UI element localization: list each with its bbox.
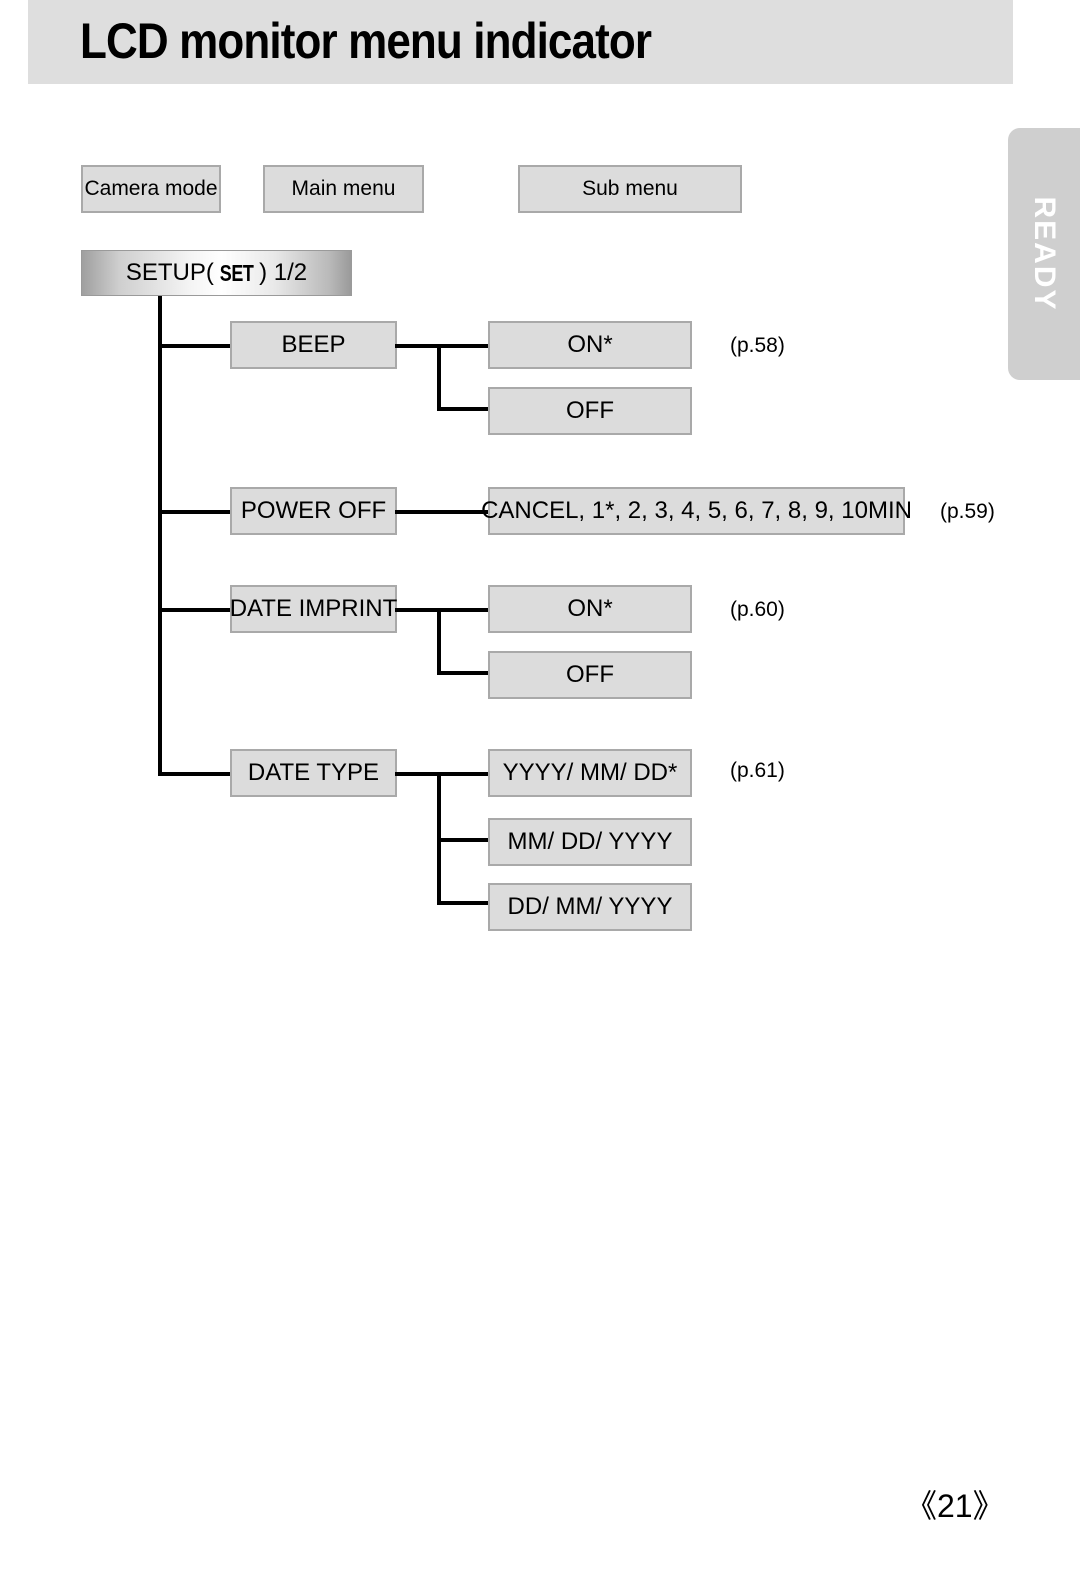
submenu-date-type-mmddyyyy-label: MM/ DD/ YYYY <box>507 828 673 855</box>
page-number: 《21》 <box>905 1488 1005 1524</box>
submenu-date-type-yyyymmdd[interactable]: YYYY/ MM/ DD* <box>488 749 692 797</box>
menu-item-power-off[interactable]: POWER OFF <box>230 487 397 535</box>
page-ref-beep: (p.58) <box>730 334 785 357</box>
connector-date-imprint-branch-vertical <box>437 608 441 675</box>
submenu-date-type-mmddyyyy[interactable]: MM/ DD/ YYYY <box>488 818 692 866</box>
submenu-date-imprint-off-label: OFF <box>566 661 614 688</box>
connector-beep-out <box>395 344 490 348</box>
submenu-beep-off[interactable]: OFF <box>488 387 692 435</box>
menu-item-beep[interactable]: BEEP <box>230 321 397 369</box>
menu-item-date-imprint-label: DATE IMPRINT <box>229 595 398 622</box>
setup-menu-bar[interactable]: SETUP( SET ) 1/2 <box>81 250 352 296</box>
page-ref-power-off: (p.59) <box>940 500 995 523</box>
connector-beep-to-off <box>437 407 490 411</box>
setup-prefix-label: SETUP( <box>125 259 214 286</box>
page-title: LCD monitor menu indicator <box>80 13 652 69</box>
legend-main-menu: Main menu <box>263 165 424 213</box>
submenu-date-type-ddmmyyyy-label: DD/ MM/ YYYY <box>507 893 673 920</box>
connector-date-imprint-to-off <box>437 671 490 675</box>
submenu-beep-off-label: OFF <box>566 397 614 424</box>
submenu-date-type-yyyymmdd-label: YYYY/ MM/ DD* <box>502 759 678 786</box>
connector-trunk-to-beep <box>158 344 232 348</box>
connector-date-imprint-out <box>395 608 490 612</box>
menu-item-date-type[interactable]: DATE TYPE <box>230 749 397 797</box>
menu-item-date-type-label: DATE TYPE <box>247 759 380 786</box>
legend-camera-mode: Camera mode <box>81 165 221 213</box>
legend-main-menu-label: Main menu <box>291 177 396 200</box>
page-ref-date-imprint: (p.60) <box>730 598 785 621</box>
ready-tab-label: READY <box>1028 196 1061 312</box>
connector-beep-branch-vertical <box>437 344 441 411</box>
submenu-power-off-values-label: CANCEL, 1*, 2, 3, 4, 5, 6, 7, 8, 9, 10MI… <box>481 497 912 524</box>
connector-date-type-out <box>395 772 490 776</box>
menu-item-power-off-label: POWER OFF <box>240 497 387 524</box>
legend-camera-mode-label: Camera mode <box>84 177 218 200</box>
legend-sub-menu-label: Sub menu <box>582 177 678 200</box>
connector-trunk-to-power-off <box>158 510 232 514</box>
submenu-date-imprint-on[interactable]: ON* <box>488 585 692 633</box>
connector-trunk-to-date-imprint <box>158 608 232 612</box>
trunk-vertical-line <box>158 296 162 776</box>
legend-sub-menu: Sub menu <box>518 165 742 213</box>
page-ref-date-type: (p.61) <box>730 759 785 782</box>
menu-item-date-imprint[interactable]: DATE IMPRINT <box>230 585 397 633</box>
submenu-date-type-ddmmyyyy[interactable]: DD/ MM/ YYYY <box>488 883 692 931</box>
submenu-beep-on[interactable]: ON* <box>488 321 692 369</box>
connector-trunk-to-date-type <box>158 772 232 776</box>
connector-date-type-to-ddmmyyyy <box>437 901 490 905</box>
submenu-date-imprint-off[interactable]: OFF <box>488 651 692 699</box>
menu-item-beep-label: BEEP <box>281 331 346 358</box>
connector-power-off-out <box>395 510 490 514</box>
set-button-icon: SET <box>219 259 254 286</box>
ready-side-tab: READY <box>1008 128 1080 380</box>
submenu-beep-on-label: ON* <box>567 331 613 358</box>
setup-suffix-label: ) 1/2 <box>259 259 308 286</box>
submenu-power-off-values[interactable]: CANCEL, 1*, 2, 3, 4, 5, 6, 7, 8, 9, 10MI… <box>481 487 912 535</box>
submenu-date-imprint-on-label: ON* <box>567 595 613 622</box>
connector-date-type-to-mmddyyyy <box>437 838 490 842</box>
